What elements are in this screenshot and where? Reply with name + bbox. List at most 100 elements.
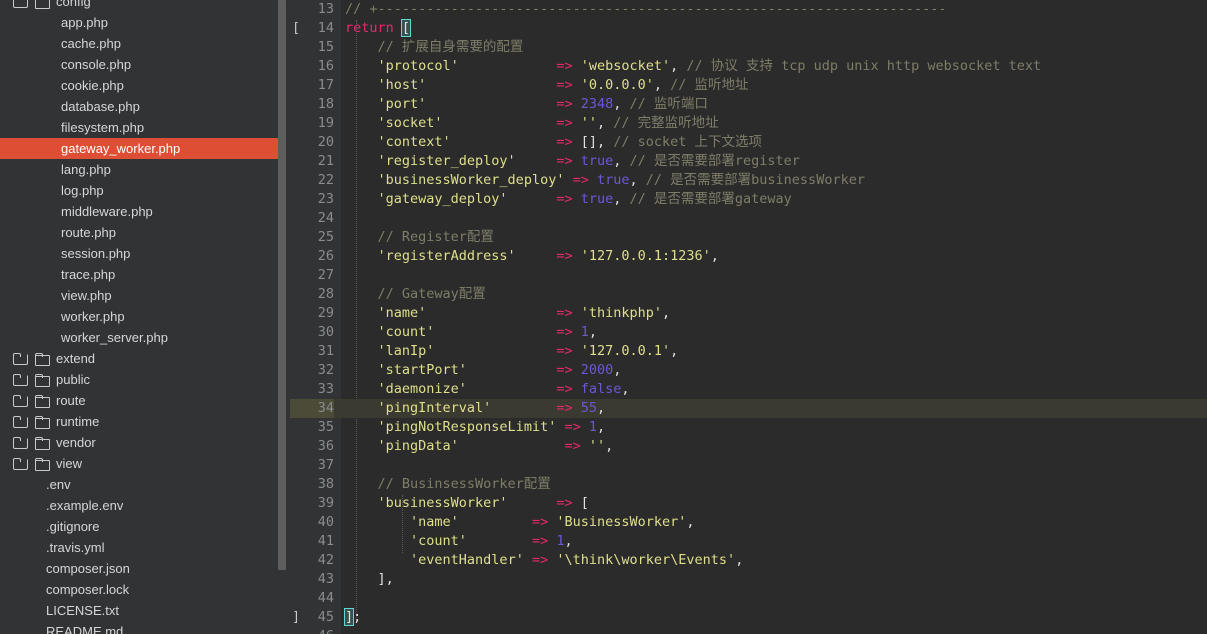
- code-line[interactable]: 16 'protocol' => 'websocket', // 协议 支持 t…: [290, 57, 1207, 76]
- code-line[interactable]: 27: [290, 266, 1207, 285]
- tree-folder-vendor[interactable]: vendor: [0, 432, 282, 453]
- code-line[interactable]: 21 'register_deploy' => true, // 是否需要部署r…: [290, 152, 1207, 171]
- tree-item-label: composer.lock: [46, 582, 130, 597]
- code-line[interactable]: 32 'startPort' => 2000,: [290, 361, 1207, 380]
- tree-file-composer-json[interactable]: composer.json: [0, 558, 282, 579]
- collapse-arrow-icon[interactable]: [12, 456, 28, 471]
- tree-folder-public[interactable]: public: [0, 369, 282, 390]
- code-line[interactable]: 23 'gateway_deploy' => true, // 是否需要部署ga…: [290, 190, 1207, 209]
- code-line[interactable]: 35 'pingNotResponseLimit' => 1,: [290, 418, 1207, 437]
- tree-file-license-txt[interactable]: LICENSE.txt: [0, 600, 282, 621]
- tree-file-lang-php[interactable]: lang.php: [0, 159, 282, 180]
- code-token: 'businessWorker_deploy': [377, 172, 565, 188]
- code-line[interactable]: 29 'name' => 'thinkphp',: [290, 304, 1207, 323]
- sidebar-scrollbar-track[interactable]: [278, 0, 288, 634]
- tree-file-readme-md[interactable]: README.md: [0, 621, 282, 634]
- code-line[interactable]: 20 'context' => [], // socket 上下文选项: [290, 133, 1207, 152]
- tree-file-route-php[interactable]: route.php: [0, 222, 282, 243]
- tree-file-log-php[interactable]: log.php: [0, 180, 282, 201]
- tree-file-console-php[interactable]: console.php: [0, 54, 282, 75]
- code-token: ,: [597, 419, 606, 435]
- tree-file-filesystem-php[interactable]: filesystem.php: [0, 117, 282, 138]
- tree-folder-view[interactable]: view: [0, 453, 282, 474]
- code-line[interactable]: 24: [290, 209, 1207, 228]
- code-line[interactable]: 30 'count' => 1,: [290, 323, 1207, 342]
- sidebar-scrollbar-thumb[interactable]: [278, 0, 286, 570]
- tree-folder-runtime[interactable]: runtime: [0, 411, 282, 432]
- code-content[interactable]: 13 // +----------------------------------…: [290, 0, 1207, 634]
- tree-file-trace-php[interactable]: trace.php: [0, 264, 282, 285]
- tree-file-session-php[interactable]: session.php: [0, 243, 282, 264]
- code-editor[interactable]: 13 // +----------------------------------…: [290, 0, 1207, 634]
- code-line[interactable]: 38 // BusinsessWorker配置: [290, 475, 1207, 494]
- code-line-text: // +------------------------------------…: [345, 0, 946, 19]
- project-file-tree-sidebar[interactable]: config app.php cache.php console.php cookie.…: [0, 0, 290, 634]
- tree-file--env[interactable]: .env: [0, 474, 282, 495]
- code-line[interactable]: 40 'name' => 'BusinessWorker',: [290, 513, 1207, 532]
- code-line[interactable]: 28 // Gateway配置: [290, 285, 1207, 304]
- code-line[interactable]: 25 // Register配置: [290, 228, 1207, 247]
- tree-folder-route[interactable]: route: [0, 390, 282, 411]
- code-line[interactable]: 43 ],: [290, 570, 1207, 589]
- tree-file-cookie-php[interactable]: cookie.php: [0, 75, 282, 96]
- code-line[interactable]: 26 'registerAddress' => '127.0.0.1:1236'…: [290, 247, 1207, 266]
- tree-item-label: session.php: [61, 246, 131, 261]
- code-token: =>: [556, 134, 573, 150]
- expand-arrow-icon[interactable]: [12, 0, 28, 9]
- code-line[interactable]: 39 'businessWorker' => [: [290, 494, 1207, 513]
- tree-file-gateway-worker-php[interactable]: gateway_worker.php: [0, 138, 282, 159]
- code-line[interactable]: 13 // +----------------------------------…: [290, 0, 1207, 19]
- tree-file-database-php[interactable]: database.php: [0, 96, 282, 117]
- tree-file-worker-server-php[interactable]: worker_server.php: [0, 327, 282, 348]
- tree-folder-extend[interactable]: extend: [0, 348, 282, 369]
- code-line[interactable]: 17 'host' => '0.0.0.0', // 监听地址: [290, 76, 1207, 95]
- code-line[interactable]: 15 // 扩展自身需要的配置: [290, 38, 1207, 57]
- code-token: 'daemonize': [377, 381, 467, 397]
- collapse-arrow-icon[interactable]: [12, 435, 28, 450]
- code-line[interactable]: 44: [290, 589, 1207, 608]
- code-line[interactable]: 22 'businessWorker_deploy' => true, // 是…: [290, 171, 1207, 190]
- tree-file-composer-lock[interactable]: composer.lock: [0, 579, 282, 600]
- code-line-text: 'pingNotResponseLimit' => 1,: [345, 418, 606, 437]
- code-line[interactable]: 42 'eventHandler' => '\think\worker\Even…: [290, 551, 1207, 570]
- line-number: 28: [317, 286, 334, 302]
- code-line[interactable]: 19 'socket' => '', // 完整监听地址: [290, 114, 1207, 133]
- code-line[interactable]: 18 'port' => 2348, // 监听端口: [290, 95, 1207, 114]
- code-line[interactable]: 36 'pingData' => '',: [290, 437, 1207, 456]
- code-line-text: // Gateway配置: [345, 285, 486, 304]
- tree-folder-config[interactable]: config: [0, 0, 282, 12]
- code-line[interactable]: ] 45];: [290, 608, 1207, 627]
- tree-file--example-env[interactable]: .example.env: [0, 495, 282, 516]
- code-line[interactable]: 46: [290, 627, 1207, 634]
- code-token: 'register_deploy': [377, 153, 516, 169]
- tree-file--travis-yml[interactable]: .travis.yml: [0, 537, 282, 558]
- code-token: =>: [556, 343, 573, 359]
- collapse-arrow-icon[interactable]: [12, 372, 28, 387]
- code-line-text: 'port' => 2348, // 监听端口: [345, 95, 708, 114]
- code-token: false: [580, 381, 622, 397]
- tree-file--gitignore[interactable]: .gitignore: [0, 516, 282, 537]
- line-number: 25: [317, 229, 334, 245]
- collapse-arrow-icon[interactable]: [12, 351, 28, 366]
- file-tree[interactable]: config app.php cache.php console.php cookie.…: [0, 0, 282, 634]
- code-line[interactable]: 31 'lanIp' => '127.0.0.1',: [290, 342, 1207, 361]
- tree-item-label: app.php: [61, 15, 108, 30]
- tree-file-app-php[interactable]: app.php: [0, 12, 282, 33]
- collapse-arrow-icon[interactable]: [12, 393, 28, 408]
- code-line[interactable]: 33 'daemonize' => false,: [290, 380, 1207, 399]
- tree-file-middleware-php[interactable]: middleware.php: [0, 201, 282, 222]
- code-line[interactable]: [14 return [: [290, 19, 1207, 38]
- tree-file-cache-php[interactable]: cache.php: [0, 33, 282, 54]
- code-line[interactable]: 37: [290, 456, 1207, 475]
- line-number: 16: [317, 58, 334, 74]
- code-line[interactable]: 41 'count' => 1,: [290, 532, 1207, 551]
- code-line[interactable]: 34 'pingInterval' => 55,: [290, 399, 1207, 418]
- collapse-arrow-icon[interactable]: [12, 414, 28, 429]
- tree-file-view-php[interactable]: view.php: [0, 285, 282, 306]
- tree-file-worker-php[interactable]: worker.php: [0, 306, 282, 327]
